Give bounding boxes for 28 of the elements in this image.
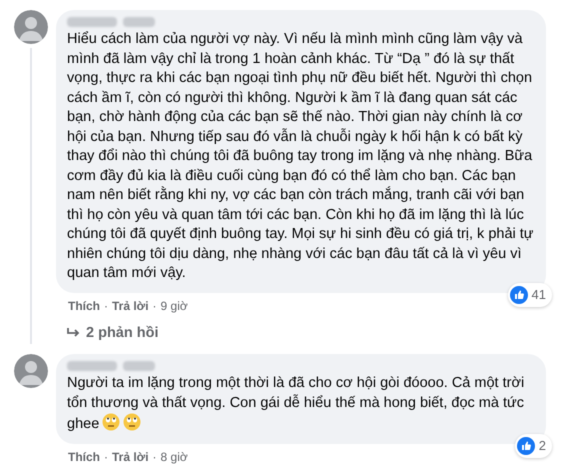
separator-dot: · (104, 448, 108, 466)
blurred-name (67, 17, 117, 27)
thumbs-up-icon (516, 437, 535, 455)
eye-roll-emoji-icon (102, 413, 120, 432)
reaction-count: 2 (538, 437, 546, 456)
avatar[interactable] (14, 354, 48, 388)
eye-roll-emoji-icon (123, 413, 142, 432)
separator-dot: · (104, 298, 108, 314)
avatar[interactable] (14, 10, 48, 44)
reply-arrow-icon (66, 327, 80, 340)
blurred-name (123, 17, 155, 27)
blurred-name (67, 361, 117, 372)
reply-link[interactable]: Trả lời (112, 296, 149, 314)
reply-link[interactable]: Trả lời (112, 448, 149, 466)
reaction-count: 41 (532, 286, 546, 304)
reaction-badge[interactable]: 41 (508, 283, 552, 306)
comment-time: 8 giờ (160, 448, 188, 466)
comment-text: Hiểu cách làm của người vợ này. Vì nếu là mình mình cũng làm vậy và mình đã làm vậy chỉ là trong 1 hoàn cảnh khác. Từ “Dạ ” đó là sự thất vọng, thực ra khi các bạn ngoại tình phụ nữ đều biết hết. Người thì chọn cách ầm ĩ, còn có người thì không. Người k ầm ĩ là đang quan sát các bạn, chờ hành động của các bạn sẽ thế nào. Thời gian này chính là cơ hội của bạn. Nhưng tiếp sau đó vẫn là chuỗi ngày k hối hận k có bất kỳ thay đổi nào thì chúng tôi đã buông tay trong im lặng và nhẹ nhàng. Bữa cơm đầy đủ kia là điều cuối cùng bạn đó có thể làm cho bạn. Các bạn nam nên biết rằng khi ny, vợ các bạn còn trách mắng, tranh cãi với bạn thì họ còn yêu và quan tâm tới các bạn. Còn khi họ đã im lặng thì là lúc chúng tôi đã quyết định buông tay. Mọi sự hi sinh đều có giá trị, k phải tự nhiên chúng tôi dịu dàng, nhẹ nhàng với các bạn đâu tất cả là vì yêu vì quan tâm mới vậy. (67, 30, 535, 283)
thumbs-up-icon (510, 286, 528, 304)
view-replies-button[interactable]: 2 phản hồi (56, 322, 158, 344)
separator-dot: · (152, 298, 157, 314)
blurred-name (123, 361, 155, 372)
reaction-badge[interactable]: 2 (514, 434, 552, 458)
comment-text: Người ta im lặng trong một thời là đã cho cơ hội gòi đóooo. Cả một trời tổn thương và thất vọng. Con gái dễ hiểu thế mà hong biết, đọc mà tức ghee (67, 374, 526, 434)
like-link[interactable]: Thích (68, 448, 100, 466)
like-link[interactable]: Thích (68, 296, 100, 314)
separator-dot: · (152, 448, 157, 466)
comment-time: 9 giờ (160, 298, 188, 314)
